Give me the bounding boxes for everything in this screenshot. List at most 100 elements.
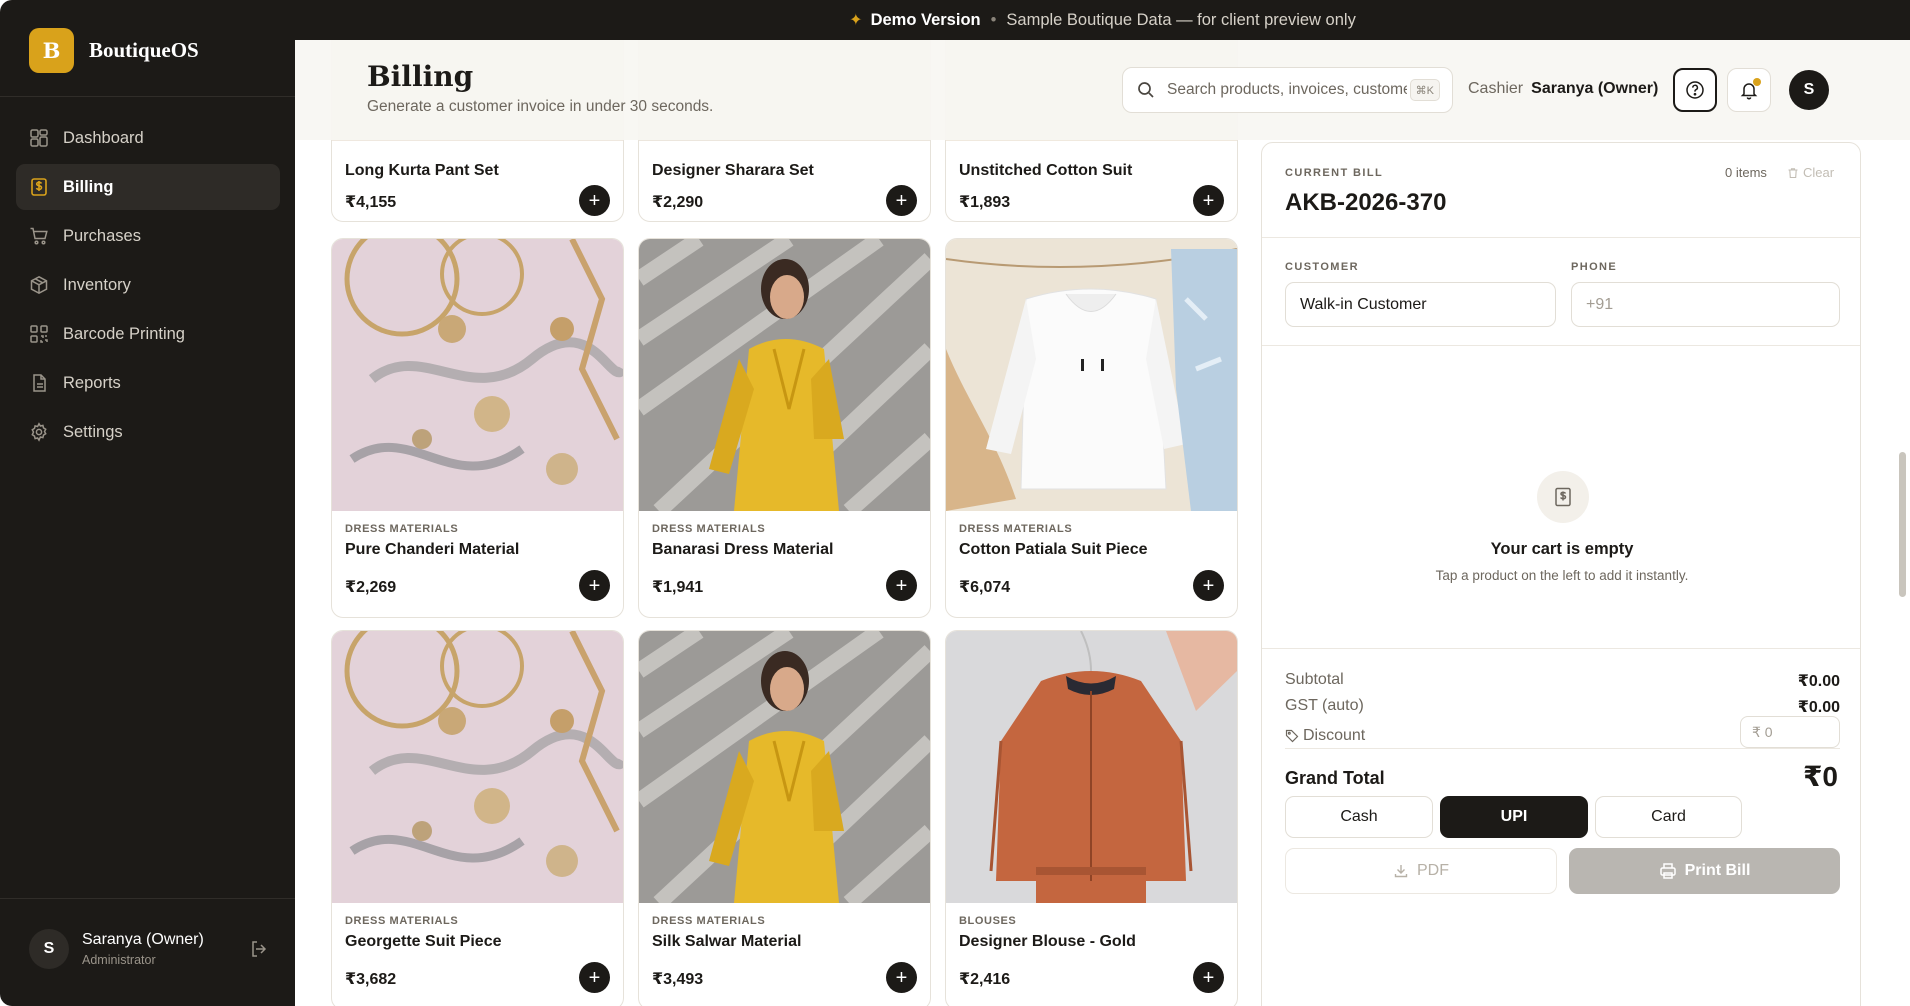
pay-upi-button[interactable]: UPI <box>1440 796 1588 838</box>
add-to-cart-button[interactable]: + <box>886 962 917 993</box>
product-name: Georgette Suit Piece <box>345 933 502 950</box>
notifications-button[interactable] <box>1727 68 1771 112</box>
sidebar-item-dashboard[interactable]: Dashboard <box>16 115 280 161</box>
product-card[interactable]: DRESS MATERIALS Banarasi Dress Material … <box>638 238 931 618</box>
subtotal-value: ₹0.00 <box>1797 673 1840 690</box>
sidebar-item-purchases[interactable]: Purchases <box>16 213 280 259</box>
product-category: DRESS MATERIALS <box>345 523 459 535</box>
product-category: DRESS MATERIALS <box>652 523 766 535</box>
phone-field[interactable] <box>1571 282 1840 327</box>
gst-label: GST (auto) <box>1285 697 1364 714</box>
help-button[interactable] <box>1673 68 1717 112</box>
product-name: Pure Chanderi Material <box>345 541 520 558</box>
receipt-icon <box>1537 471 1589 523</box>
customer-field[interactable] <box>1285 282 1556 327</box>
add-to-cart-button[interactable]: + <box>579 962 610 993</box>
product-price: ₹6,074 <box>959 579 1011 596</box>
notification-badge <box>1753 78 1761 86</box>
pdf-label: PDF <box>1417 862 1449 879</box>
billing-icon <box>29 177 49 197</box>
product-card[interactable]: DRESS MATERIALS Silk Salwar Material ₹3,… <box>638 630 931 1006</box>
subtotal-row: Subtotal ₹0.00 <box>1285 671 1840 690</box>
print-label: Print Bill <box>1684 862 1751 879</box>
divider <box>0 898 295 899</box>
print-bill-button[interactable]: Print Bill <box>1569 848 1840 894</box>
search-bar[interactable]: ⌘K <box>1122 67 1453 113</box>
pay-card-button[interactable]: Card <box>1595 796 1742 838</box>
product-name: Silk Salwar Material <box>652 933 802 950</box>
add-to-cart-button[interactable]: + <box>1193 570 1224 601</box>
cart-icon <box>29 226 49 246</box>
separator-dot: • <box>990 10 997 29</box>
clear-button[interactable]: Clear <box>1787 165 1834 180</box>
product-card[interactable]: DRESS MATERIALS Cotton Patiala Suit Piec… <box>945 238 1238 618</box>
add-to-cart-button[interactable]: + <box>1193 962 1224 993</box>
user-role: Administrator <box>82 953 156 967</box>
product-category: DRESS MATERIALS <box>345 915 459 927</box>
scrollbar[interactable] <box>1899 452 1906 597</box>
sidebar-item-label: Purchases <box>63 226 141 245</box>
product-price: ₹3,682 <box>345 971 397 988</box>
discount-input[interactable]: ₹ 0 <box>1740 716 1840 748</box>
pay-cash-button[interactable]: Cash <box>1285 796 1433 838</box>
add-to-cart-button[interactable]: + <box>579 185 610 216</box>
gear-icon <box>29 422 49 442</box>
product-name: Cotton Patiala Suit Piece <box>959 541 1148 558</box>
sidebar-item-label: Barcode Printing <box>63 324 185 343</box>
items-count: 0 items <box>1725 165 1767 180</box>
sidebar-item-label: Reports <box>63 373 121 392</box>
add-to-cart-button[interactable]: + <box>1193 185 1224 216</box>
sidebar-item-barcode-printing[interactable]: Barcode Printing <box>16 311 280 357</box>
logout-icon[interactable] <box>249 939 269 959</box>
product-image <box>946 631 1237 903</box>
user-name: Saranya (Owner) <box>82 931 204 948</box>
add-to-cart-button[interactable]: + <box>886 570 917 601</box>
product-name: Banarasi Dress Material <box>652 541 834 558</box>
add-to-cart-button[interactable]: + <box>886 185 917 216</box>
product-name: Designer Blouse - Gold <box>959 933 1136 950</box>
sidebar-item-label: Billing <box>63 177 114 196</box>
user-profile[interactable]: S Saranya (Owner) Administrator <box>29 927 269 971</box>
page-subtitle: Generate a customer invoice in under 30 … <box>367 98 714 115</box>
add-to-cart-button[interactable]: + <box>579 570 610 601</box>
help-icon <box>1686 81 1704 99</box>
sidebar-item-inventory[interactable]: Inventory <box>16 262 280 308</box>
pdf-button[interactable]: PDF <box>1285 848 1557 894</box>
sidebar-item-label: Settings <box>63 422 123 441</box>
sidebar: B BoutiqueOS Dashboard Billing Purchases <box>0 0 295 1006</box>
product-image <box>946 239 1237 511</box>
divider <box>1285 748 1840 749</box>
search-input[interactable] <box>1167 81 1407 99</box>
product-category: DRESS MATERIALS <box>652 915 766 927</box>
demo-label: Demo Version <box>870 10 981 29</box>
product-card[interactable]: DRESS MATERIALS Georgette Suit Piece ₹3,… <box>331 630 624 1006</box>
customer-label: CUSTOMER <box>1285 261 1359 273</box>
page-title: Billing <box>367 60 474 93</box>
subtotal-label: Subtotal <box>1285 671 1344 688</box>
brand[interactable]: B BoutiqueOS <box>29 28 199 73</box>
divider <box>1262 237 1860 238</box>
sidebar-item-reports[interactable]: Reports <box>16 360 280 406</box>
product-price: ₹3,493 <box>652 971 704 988</box>
avatar[interactable]: S <box>1789 70 1829 110</box>
sidebar-item-billing[interactable]: Billing <box>16 164 280 210</box>
grand-total-value: ₹0 <box>1802 761 1838 792</box>
product-card[interactable]: DRESS MATERIALS Pure Chanderi Material ₹… <box>331 238 624 618</box>
bill-label: CURRENT BILL <box>1285 167 1384 179</box>
page-header: Billing Generate a customer invoice in u… <box>295 40 1910 140</box>
sidebar-item-settings[interactable]: Settings <box>16 409 280 455</box>
product-image <box>639 631 930 903</box>
product-card[interactable]: BLOUSES Designer Blouse - Gold ₹2,416 + <box>945 630 1238 1006</box>
product-price: ₹1,941 <box>652 579 704 596</box>
main-content: Long Kurta Pant Set ₹4,155 + Designer Sh… <box>295 40 1910 1006</box>
product-price: ₹4,155 <box>345 194 397 211</box>
barcode-icon <box>29 324 49 344</box>
tag-icon <box>1285 729 1299 743</box>
empty-cart-title: Your cart is empty <box>1490 540 1634 558</box>
divider <box>1262 345 1860 346</box>
product-price: ₹1,893 <box>959 194 1011 211</box>
product-price: ₹2,290 <box>652 194 704 211</box>
product-price: ₹2,416 <box>959 971 1011 988</box>
product-image <box>332 631 623 903</box>
cashier-label: Cashier <box>1468 80 1524 97</box>
